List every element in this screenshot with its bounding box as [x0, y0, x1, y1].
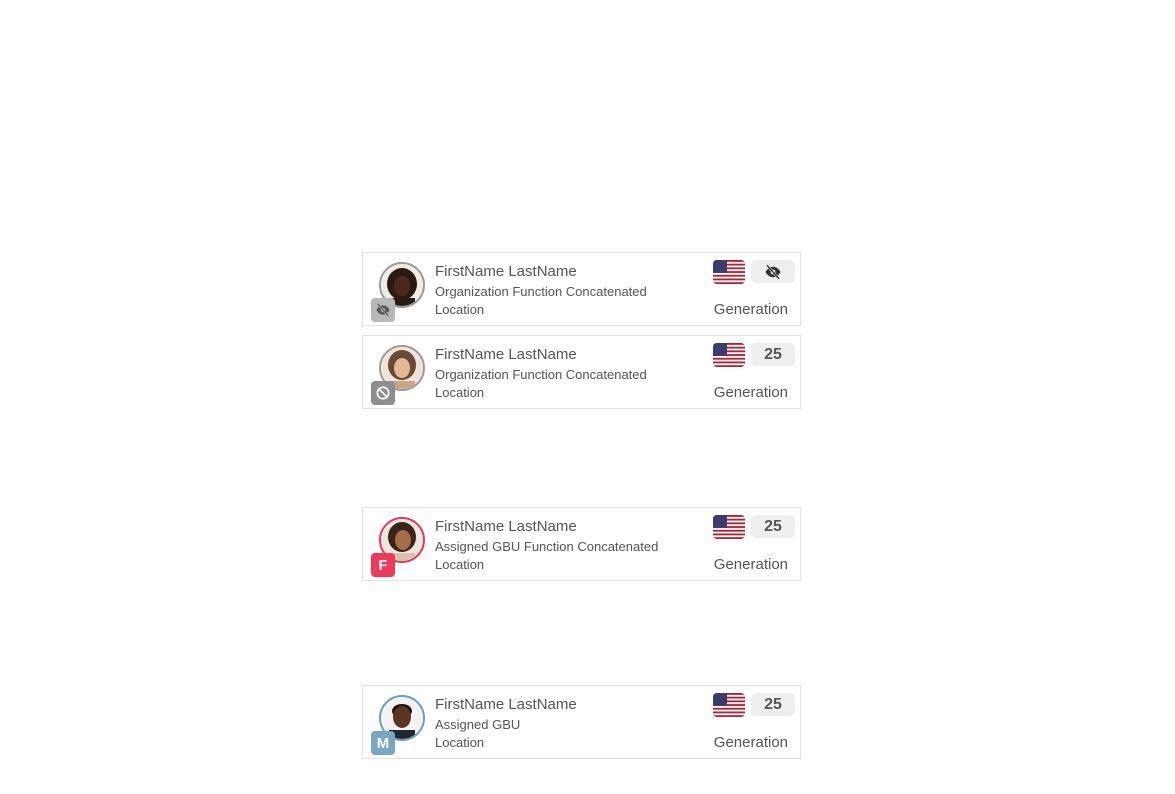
blocked-status-badge — [371, 381, 395, 405]
avatar-wrap: M — [371, 695, 427, 755]
person-name: FirstName LastName — [435, 346, 577, 363]
us-flag-icon — [713, 693, 745, 717]
visibility-pill[interactable] — [751, 260, 795, 283]
person-card[interactable]: F FirstName LastName Assigned GBU Functi… — [362, 507, 801, 581]
person-org: Organization Function Concatenated — [435, 367, 647, 382]
gender-badge: F — [371, 553, 395, 577]
blocked-icon — [376, 386, 390, 400]
avatar-wrap — [371, 262, 427, 322]
generation-label: Generation — [713, 556, 788, 573]
hidden-status-badge — [371, 298, 395, 322]
person-location: Location — [435, 735, 485, 750]
person-location: Location — [435, 385, 485, 400]
avatar-wrap: F — [371, 517, 427, 577]
count-pill[interactable]: 25 — [751, 693, 795, 716]
person-card[interactable]: M FirstName LastName Assigned GBU Locati… — [362, 685, 801, 759]
person-card[interactable]: FirstName LastName Organization Function… — [362, 252, 801, 326]
gender-badge: M — [371, 731, 395, 755]
us-flag-icon — [713, 343, 745, 367]
us-flag-icon — [713, 260, 745, 284]
person-name: FirstName LastName — [435, 696, 577, 713]
count-pill[interactable]: 25 — [751, 515, 795, 538]
eye-off-icon — [765, 263, 781, 280]
generation-label: Generation — [713, 734, 788, 751]
person-org: Assigned GBU — [435, 717, 521, 732]
person-location: Location — [435, 557, 485, 572]
person-name: FirstName LastName — [435, 263, 577, 280]
generation-label: Generation — [713, 301, 788, 318]
eye-off-icon — [376, 303, 390, 317]
person-org: Assigned GBU Function Concatenated — [435, 539, 659, 554]
generation-label: Generation — [713, 384, 788, 401]
avatar-wrap — [371, 345, 427, 405]
person-location: Location — [435, 302, 485, 317]
count-pill[interactable]: 25 — [751, 343, 795, 366]
us-flag-icon — [713, 515, 745, 539]
person-org: Organization Function Concatenated — [435, 284, 647, 299]
person-card[interactable]: FirstName LastName Organization Function… — [362, 335, 801, 409]
person-name: FirstName LastName — [435, 518, 577, 535]
